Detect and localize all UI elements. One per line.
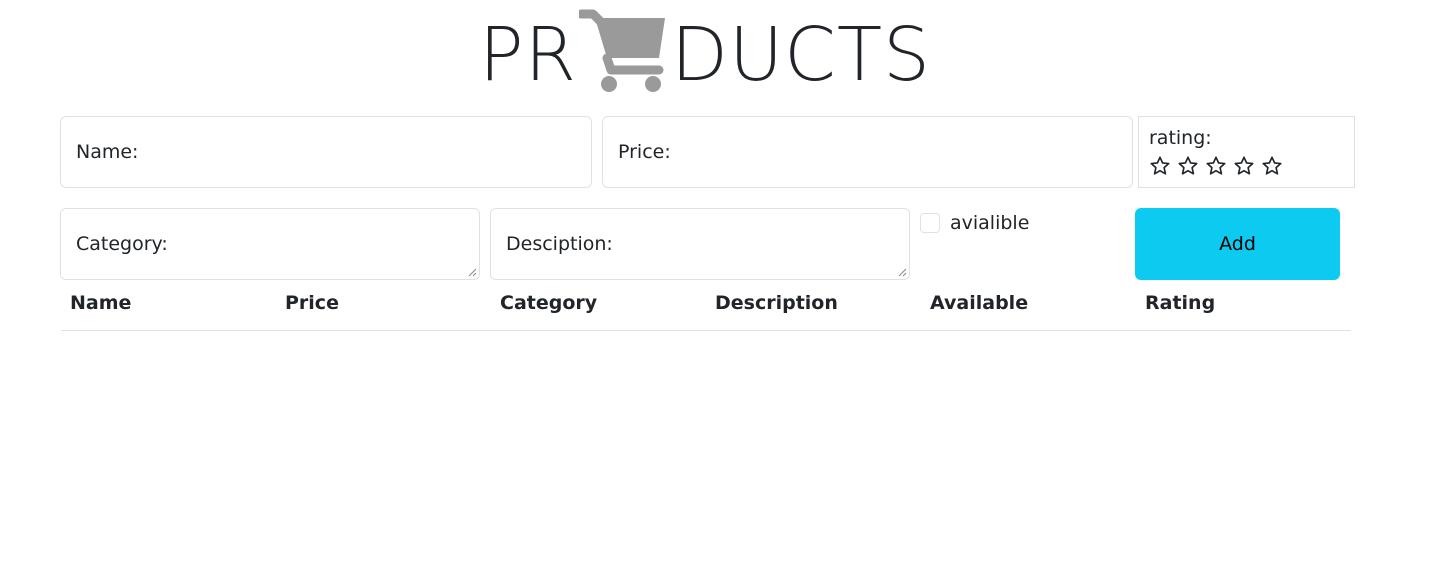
available-checkbox[interactable]: [920, 213, 940, 233]
star-2-icon[interactable]: [1177, 155, 1199, 177]
column-header-rating: Rating: [1145, 292, 1216, 314]
category-textarea[interactable]: Category:: [60, 208, 480, 280]
rating-field: rating:: [1138, 116, 1355, 188]
description-textarea-label: Desciption:: [506, 233, 613, 255]
column-header-price: Price: [285, 292, 339, 314]
available-checkbox-group[interactable]: avialible: [920, 212, 1029, 234]
category-textarea-label: Category:: [76, 233, 168, 255]
price-input[interactable]: Price:: [602, 116, 1133, 188]
title-left: PR: [478, 12, 578, 98]
star-3-icon[interactable]: [1205, 155, 1227, 177]
available-label: avialible: [950, 212, 1030, 234]
price-input-label: Price:: [618, 141, 671, 163]
products-table-header: Name Price Category Description Availabl…: [61, 292, 1351, 331]
page-title: PR DUCTS: [0, 8, 1410, 92]
name-input-label: Name:: [76, 141, 139, 163]
star-1-icon[interactable]: [1149, 155, 1171, 177]
column-header-available: Available: [930, 292, 1029, 314]
column-header-category: Category: [500, 292, 598, 314]
name-input[interactable]: Name:: [60, 116, 592, 188]
description-textarea[interactable]: Desciption:: [490, 208, 910, 280]
column-header-description: Description: [715, 292, 838, 314]
resize-handle-icon[interactable]: [897, 267, 907, 277]
rating-label: rating:: [1149, 127, 1212, 149]
resize-handle-icon[interactable]: [467, 267, 477, 277]
star-4-icon[interactable]: [1233, 155, 1255, 177]
shopping-cart-icon: [579, 9, 666, 92]
star-5-icon[interactable]: [1261, 155, 1283, 177]
add-button[interactable]: Add: [1135, 208, 1340, 280]
rating-stars: [1149, 155, 1344, 177]
column-header-name: Name: [70, 292, 132, 314]
title-right: DUCTS: [671, 12, 932, 98]
